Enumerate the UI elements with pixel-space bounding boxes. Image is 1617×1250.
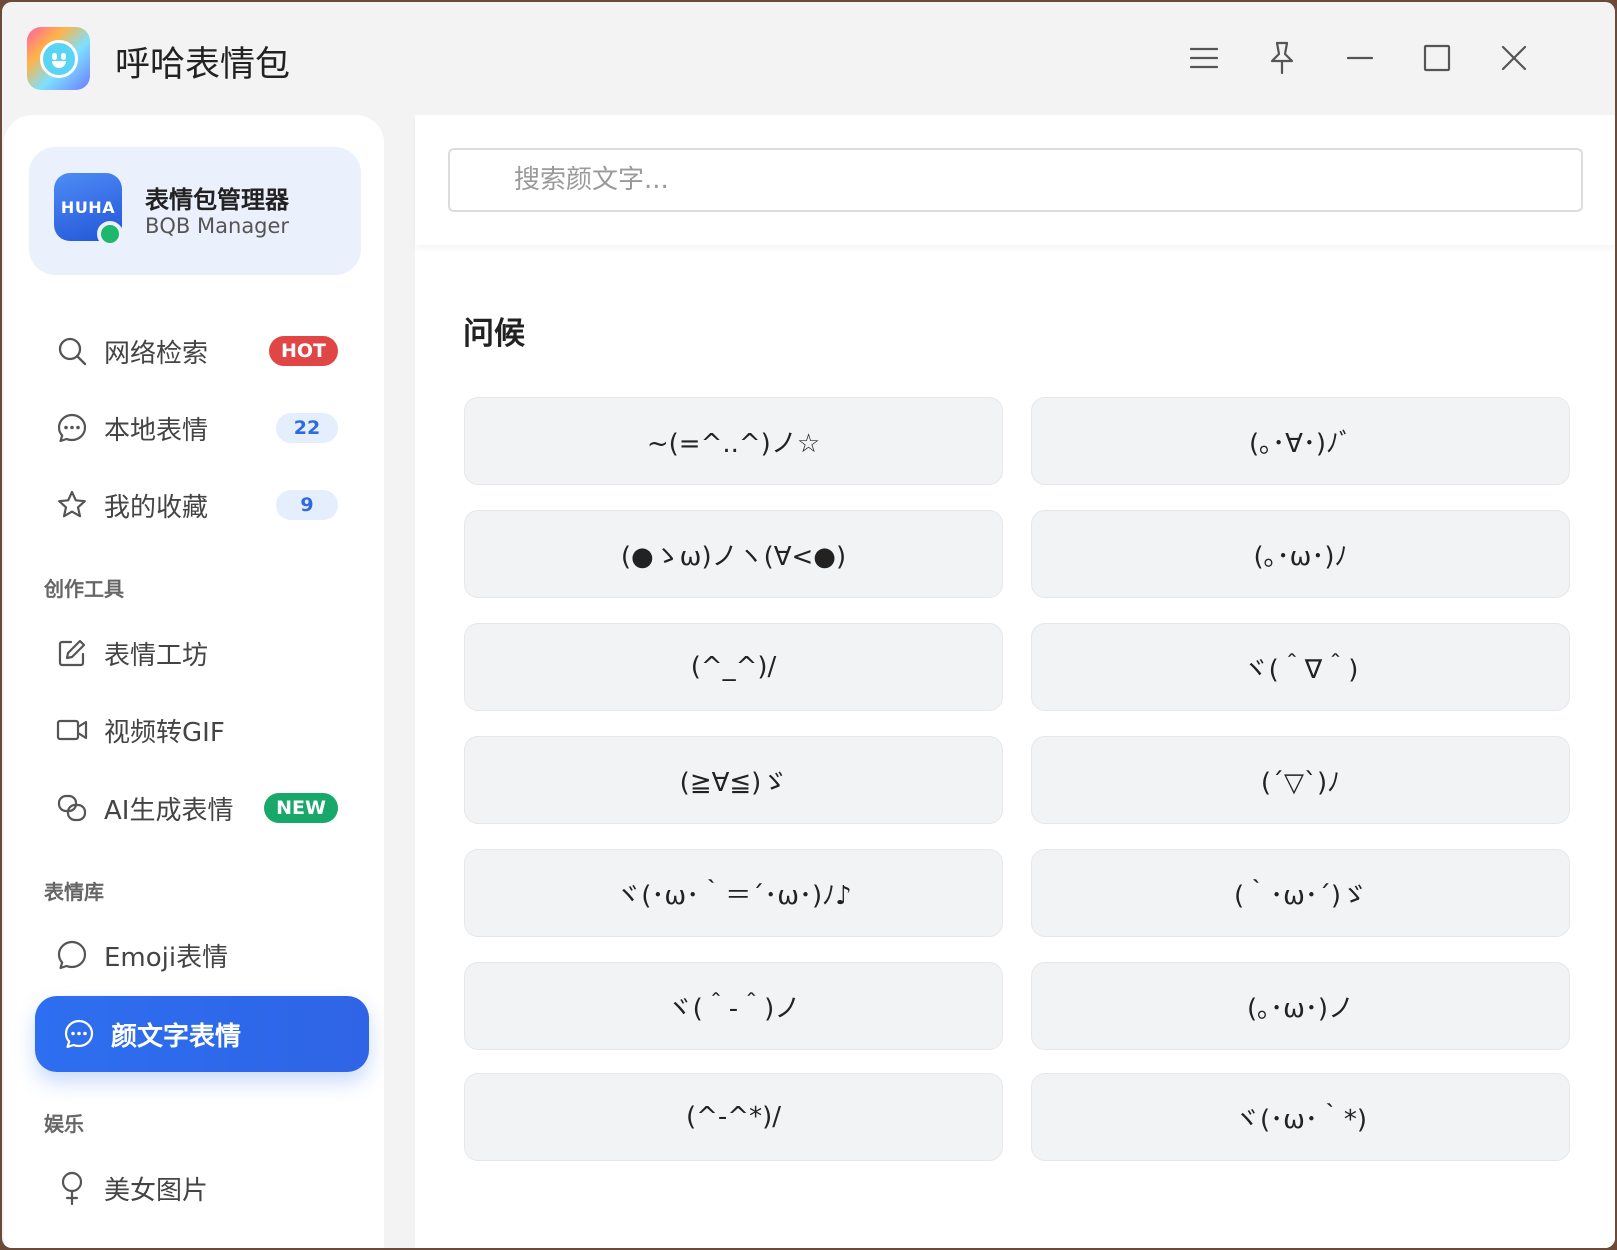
kaomoji-card[interactable]: (≧∀≦)ゞ — [464, 736, 1003, 824]
sidebar-item-label: 视频转GIF — [104, 717, 225, 748]
section-title-entertainment: 娱乐 — [44, 1112, 84, 1136]
count-badge: 22 — [276, 413, 338, 443]
minimize-icon[interactable] — [1340, 38, 1380, 78]
female-icon — [50, 1166, 94, 1210]
app-title: 呼哈表情包 — [115, 45, 291, 85]
sidebar-item-beauty-pictures[interactable]: 美女图片 — [34, 1155, 368, 1221]
sidebar-item-sticker-workshop[interactable]: 表情工坊 — [34, 620, 368, 686]
kaomoji-card[interactable]: ~(=^..^)ノ☆ — [464, 397, 1003, 485]
panel-divider — [384, 115, 415, 1248]
kaomoji-card[interactable]: ヾ(･ω･｀*) — [1031, 1073, 1570, 1161]
kaomoji-card[interactable]: (｡･ω･)ﾉ — [1031, 510, 1570, 598]
sidebar-item-label: 本地表情 — [104, 415, 209, 446]
section-title-creation-tools: 创作工具 — [44, 577, 124, 601]
chat-dots-icon — [50, 406, 94, 450]
kaomoji-card[interactable]: ヾ(＾-＾)ノ — [464, 962, 1003, 1050]
count-badge: 9 — [276, 490, 338, 520]
sidebar-item-label: 美女图片 — [104, 1175, 209, 1206]
kaomoji-card[interactable]: ヾ(･ω･｀＝´･ω･)ﾉ♪ — [464, 849, 1003, 937]
search-bar — [415, 115, 1615, 245]
app-logo-icon — [27, 27, 90, 90]
profile-name: 表情包管理器 — [145, 186, 289, 214]
kaomoji-card[interactable]: (｀･ω･´)ゞ — [1031, 849, 1570, 937]
section-title-sticker-library: 表情库 — [44, 880, 104, 904]
video-icon — [50, 708, 94, 752]
sidebar-item-label: AI生成表情 — [104, 795, 234, 826]
maximize-icon[interactable] — [1417, 38, 1457, 78]
title-bar: 呼哈表情包 — [2, 2, 1615, 114]
app-window: 呼哈表情包 HUHA 表情包管理器 BQB Manager 网络检索 HOT 本… — [2, 2, 1615, 1248]
edit-icon — [50, 631, 94, 675]
sidebar-item-label: 我的收藏 — [104, 492, 209, 523]
pin-icon[interactable] — [1262, 38, 1302, 78]
kaomoji-card[interactable]: ヾ(＾∇＾) — [1031, 623, 1570, 711]
sidebar-item-kaomoji[interactable]: 颜文字表情 — [35, 996, 369, 1072]
sidebar-item-label: 网络检索 — [104, 338, 209, 369]
sidebar-item-favorites[interactable]: 我的收藏 9 — [34, 472, 368, 538]
close-icon[interactable] — [1494, 38, 1534, 78]
sidebar-item-emoji[interactable]: Emoji表情 — [34, 922, 368, 988]
kaomoji-card[interactable]: (｡･∀･)ﾉﾞ — [1031, 397, 1570, 485]
new-badge: NEW — [264, 793, 338, 823]
search-icon — [50, 329, 94, 373]
online-status-dot — [97, 221, 123, 247]
sidebar-item-video-to-gif[interactable]: 视频转GIF — [34, 697, 368, 763]
search-input[interactable] — [448, 148, 1583, 212]
sidebar-item-label: 表情工坊 — [104, 640, 209, 671]
profile-subtitle: BQB Manager — [145, 214, 290, 238]
category-title: 问候 — [463, 316, 525, 352]
kaomoji-card[interactable]: (｡･ω･)ノ — [1031, 962, 1570, 1050]
star-icon — [50, 483, 94, 527]
sidebar-item-label: 颜文字表情 — [111, 1021, 242, 1052]
kaomoji-card[interactable]: (´▽`)ﾉ — [1031, 736, 1570, 824]
kaomoji-card[interactable]: (^_^)/ — [464, 623, 1003, 711]
menu-icon[interactable] — [1184, 38, 1224, 78]
sidebar-item-ai-generate[interactable]: AI生成表情 NEW — [34, 775, 368, 841]
profile-card[interactable]: HUHA 表情包管理器 BQB Manager — [29, 147, 361, 275]
sidebar-item-web-search[interactable]: 网络检索 HOT — [34, 318, 368, 384]
chat-dots-icon — [57, 1012, 101, 1056]
hot-badge: HOT — [268, 336, 338, 366]
kaomoji-card[interactable]: (^-^*)/ — [464, 1073, 1003, 1161]
chat-bubble-icon — [50, 933, 94, 977]
sidebar-item-local-stickers[interactable]: 本地表情 22 — [34, 395, 368, 461]
kaomoji-card[interactable]: (●ゝω)ノヽ(∀<●) — [464, 510, 1003, 598]
ai-link-icon — [50, 786, 94, 830]
sidebar: HUHA 表情包管理器 BQB Manager 网络检索 HOT 本地表情 22 — [4, 115, 384, 1248]
sidebar-item-label: Emoji表情 — [104, 942, 229, 973]
main-panel: 问候 ~(=^..^)ノ☆ (｡･∀･)ﾉﾞ (●ゝω)ノヽ(∀<●) (｡･ω… — [415, 115, 1615, 1248]
